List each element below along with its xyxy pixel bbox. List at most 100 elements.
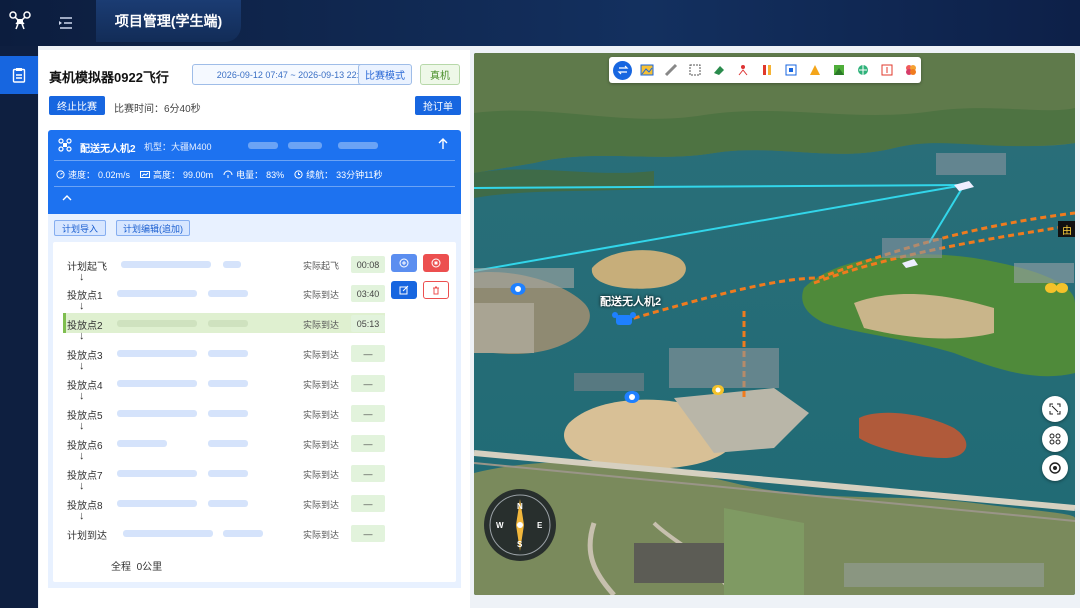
- route-row-time: 05:13: [351, 315, 385, 332]
- eraser-icon[interactable]: [709, 61, 728, 80]
- route-row-state: 实际到达: [303, 380, 340, 390]
- height-stat: 高度： 99.00m: [140, 168, 213, 181]
- redacted-text: [117, 410, 197, 417]
- grab-order-button[interactable]: 抢订单: [415, 96, 461, 115]
- globe-icon[interactable]: [853, 61, 872, 80]
- route-row-label: 投放点2: [67, 321, 103, 332]
- route-row-drop-7[interactable]: 投放点7 实际到达 —: [53, 463, 456, 483]
- route-row-label: 计划起飞: [67, 262, 107, 273]
- route-row-drop-2[interactable]: 投放点2 实际到达 05:13: [53, 313, 456, 333]
- route-row-state: 实际到达: [303, 350, 340, 360]
- hazard-icon[interactable]: [805, 61, 824, 80]
- compass-n: N: [517, 502, 523, 511]
- endurance-label: 续航：: [306, 170, 334, 180]
- page-title: 项目管理(学生端): [96, 0, 241, 42]
- stop-button[interactable]: [423, 254, 449, 272]
- route-row-time: —: [351, 375, 385, 392]
- speed-icon: [56, 170, 65, 179]
- redacted-text: [223, 530, 263, 537]
- delete-button[interactable]: [423, 281, 449, 299]
- redacted-text: [338, 142, 378, 149]
- top-bar: 项目管理(学生端): [0, 0, 1080, 46]
- edit-button[interactable]: [391, 281, 417, 299]
- plan-import-button[interactable]: 计划导入: [54, 220, 106, 236]
- chevron-up-icon[interactable]: [62, 194, 72, 205]
- route-row-drop-6[interactable]: 投放点6 实际到达 —: [53, 433, 456, 453]
- add-button[interactable]: [391, 254, 417, 272]
- route-row-label: 投放点1: [67, 291, 103, 302]
- route-row-drop-3[interactable]: 投放点3 实际到达 —: [53, 343, 456, 363]
- down-arrow-icon: ↓: [79, 271, 85, 283]
- edge-tag: 由: [1058, 221, 1075, 237]
- device-type-badge: 真机: [420, 64, 460, 85]
- select-area-icon[interactable]: [685, 61, 704, 80]
- drone-model-label: 机型：: [144, 142, 172, 152]
- route-row-drop-5[interactable]: 投放点5 实际到达 —: [53, 403, 456, 423]
- drone-logo-icon: [8, 10, 32, 34]
- redacted-text: [208, 440, 248, 447]
- route-row-label: 投放点4: [67, 381, 103, 392]
- compass-icon: [484, 489, 556, 561]
- image-layer-icon[interactable]: [637, 61, 656, 80]
- stop-race-button[interactable]: 终止比赛: [49, 96, 105, 115]
- ruler-icon[interactable]: [661, 61, 680, 80]
- layers-grid-icon[interactable]: [1042, 426, 1068, 452]
- total-value: 0公里: [136, 562, 163, 573]
- route-row-drop-8[interactable]: 投放点8 实际到达 —: [53, 493, 456, 513]
- redacted-text: [208, 350, 248, 357]
- route-row-time: —: [351, 465, 385, 482]
- redacted-text: [117, 350, 197, 357]
- drone-stats: 速度： 0.02m/s 高度： 99.00m 电量： 83% 续航： 33分钟11秒: [56, 168, 382, 181]
- route-row-state: 实际到达: [303, 500, 340, 510]
- route-row-state: 实际到达: [303, 290, 340, 300]
- fullscreen-icon[interactable]: [1042, 396, 1068, 422]
- frame-icon[interactable]: [781, 61, 800, 80]
- endurance-value: 33分钟11秒: [336, 170, 383, 180]
- route-row-state: 实际起飞: [303, 261, 340, 271]
- terrain-icon[interactable]: [829, 61, 848, 80]
- mode-badge: 比赛模式: [358, 64, 412, 85]
- drone-map-label: 配送无人机2: [600, 296, 662, 308]
- route-row-label: 投放点8: [67, 501, 103, 512]
- redacted-text: [117, 440, 167, 447]
- redacted-text: [208, 500, 248, 507]
- route-row-arrival[interactable]: 计划到达 实际到达 —: [53, 523, 456, 543]
- route-row-time: 00:08: [351, 256, 385, 273]
- trash-icon: [433, 286, 439, 295]
- barrier-icon[interactable]: [757, 61, 776, 80]
- battery-value: 83%: [266, 169, 285, 180]
- swap-icon[interactable]: [613, 60, 632, 80]
- route-row-state: 实际到达: [303, 470, 340, 480]
- plan-edit-button[interactable]: 计划编辑(追加): [116, 220, 190, 236]
- collapse-up-icon[interactable]: [438, 138, 448, 153]
- speed-stat: 速度： 0.02m/s: [56, 168, 130, 181]
- route-row-time: —: [351, 405, 385, 422]
- compass-s: S: [517, 540, 523, 549]
- plus-circle-icon: [399, 258, 409, 268]
- flower-icon[interactable]: [901, 61, 920, 80]
- locate-icon[interactable]: [1042, 455, 1068, 481]
- route-row-state: 实际到达: [303, 440, 340, 450]
- compass-w: W: [496, 521, 504, 530]
- route-row-label: 投放点5: [67, 411, 103, 422]
- redacted-text: [208, 410, 248, 417]
- battery-icon: [223, 170, 233, 178]
- person-marker-icon[interactable]: [733, 61, 752, 80]
- redacted-text: [208, 470, 248, 477]
- route-row-drop-4[interactable]: 投放点4 实际到达 —: [53, 373, 456, 393]
- redacted-text: [117, 380, 197, 387]
- project-panel: 真机模拟器0922飞行 2026-09-12 07:47 ~ 2026-09-1…: [39, 50, 470, 608]
- project-name: 真机模拟器0922飞行: [49, 70, 169, 85]
- route-row-label: 计划到达: [67, 531, 107, 542]
- race-time-label: 比赛时间：: [114, 104, 164, 115]
- compass-e: E: [537, 521, 543, 530]
- redacted-text: [117, 290, 197, 297]
- drone-model-value: 大疆M400: [171, 142, 212, 152]
- count-icon[interactable]: [877, 61, 896, 80]
- map-view[interactable]: N S W E 配送无人机2 由: [474, 53, 1075, 595]
- redacted-text: [117, 320, 197, 327]
- redacted-text: [117, 470, 197, 477]
- menu-toggle-icon[interactable]: [56, 14, 76, 32]
- down-arrow-icon: ↓: [79, 510, 85, 522]
- nav-project-icon[interactable]: [0, 56, 38, 94]
